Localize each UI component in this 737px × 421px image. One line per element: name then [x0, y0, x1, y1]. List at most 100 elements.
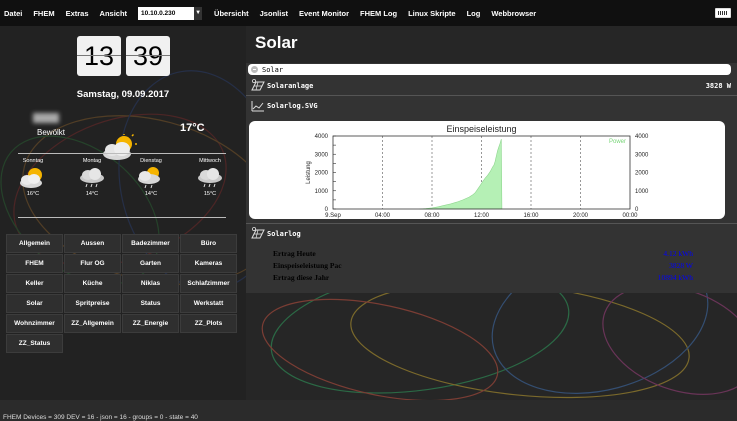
forecast-montag: Montag 14°C: [74, 158, 110, 197]
forecast-temp: 15°C: [203, 191, 217, 197]
room-button-schlafzimmer[interactable]: Schlafzimmer: [180, 274, 237, 293]
partly-cloudy-icon: [20, 168, 42, 188]
y2-tick-label: 4000: [635, 134, 649, 140]
solar-panel-icon: [251, 79, 265, 91]
forecast-temp: 14°C: [85, 191, 99, 197]
menu-ansicht[interactable]: Ansicht: [100, 9, 128, 18]
x-tick-label: 08:00: [424, 213, 440, 219]
room-button-garten[interactable]: Garten: [122, 254, 179, 273]
room-button-spritpreise[interactable]: Spritpreise: [64, 294, 121, 313]
x-tick-label: 9.Sep: [325, 213, 341, 219]
menu-jsonlist[interactable]: Jsonlist: [260, 9, 288, 18]
forecast-day: Sonntag: [22, 158, 44, 164]
room-button-allgemein[interactable]: Allgemein: [6, 234, 63, 253]
clock-minutes: 39: [126, 36, 170, 76]
solaranlage-link[interactable]: Solaranlage: [267, 82, 313, 90]
reading-value: 4.12 kWh: [663, 249, 693, 258]
room-button-niklas[interactable]: Niklas: [122, 274, 179, 293]
x-tick-label: 04:00: [375, 213, 391, 219]
forecast-temp: 14°C: [144, 191, 158, 197]
forecast-day: Dienstag: [140, 158, 162, 164]
y-tick-label: 2000: [315, 171, 329, 177]
room-button-status[interactable]: Status: [122, 294, 179, 313]
menu-uebersicht[interactable]: Übersicht: [214, 9, 249, 18]
solarlog-link[interactable]: Solarlog: [267, 230, 301, 238]
divider: [18, 217, 226, 218]
host-select[interactable]: 10.10.0.230 ▼: [138, 6, 203, 20]
sun-rain-icon: [138, 167, 160, 189]
reading-label: Einspeiseleistung Pac: [273, 261, 342, 270]
left-panel: 13 39 Samstag, 09.09.2017 Bewölkt 17°C S…: [0, 26, 246, 421]
power-chart-svg: Einspeiseleistung 9.Sep 04:00 08:00 12:00 16:…: [306, 124, 649, 219]
forecast-dienstag: Dienstag 14°C: [133, 158, 169, 197]
divider: [246, 223, 737, 224]
menu-webbrowser[interactable]: Webbrowser: [491, 9, 536, 18]
legend-power: Power: [609, 139, 626, 145]
host-select-value: 10.10.0.230: [141, 9, 176, 17]
panel-header[interactable]: Solar: [248, 64, 731, 75]
x-tick-label: 20:00: [573, 213, 589, 219]
menu-log[interactable]: Log: [467, 9, 481, 18]
forecast-temp: 16°C: [26, 191, 40, 197]
y2-tick-label: 0: [635, 207, 639, 213]
menu-event-monitor[interactable]: Event Monitor: [299, 9, 349, 18]
menu-fhem[interactable]: FHEM: [33, 9, 54, 18]
reading-value: 10894 kWh: [657, 273, 693, 282]
forecast-day: Montag: [82, 158, 102, 164]
room-button-zz-allgemein[interactable]: ZZ_Allgemein: [64, 314, 121, 333]
weather-condition: Bewölkt: [37, 128, 66, 137]
room-button-keller[interactable]: Keller: [6, 274, 63, 293]
solarlog-readings: Ertrag Heute 4.12 kWh Einspeiseleistung …: [273, 249, 693, 285]
x-tick-label: 00:00: [622, 213, 638, 219]
current-temperature: 17°C: [180, 122, 205, 134]
menu-datei[interactable]: Datei: [4, 9, 22, 18]
solar-panel-icon: [251, 227, 265, 239]
forecast-mittwoch: Mittwoch 15°C: [192, 158, 228, 197]
room-button-werkstatt[interactable]: Werkstatt: [180, 294, 237, 313]
panel-header-label: Solar: [262, 65, 284, 74]
room-button-wohnzimmer[interactable]: Wohnzimmer: [6, 314, 63, 333]
y-tick-label: 4000: [315, 134, 329, 140]
clock-hours: 13: [77, 36, 121, 76]
chart-icon: [251, 101, 264, 112]
divider: [18, 153, 226, 154]
reading-row: Ertrag Heute 4.12 kWh: [273, 249, 693, 261]
menu-extras[interactable]: Extras: [66, 9, 89, 18]
location-blurred: [33, 113, 59, 123]
reading-row: Einspeiseleistung Pac 3828 W: [273, 261, 693, 273]
solar-room-panel: Solar Solaranlage 3828 W Solarlog.SVG Ei…: [246, 63, 737, 293]
room-button-zz-status[interactable]: ZZ_Status: [6, 334, 63, 353]
top-menu-bar: Datei FHEM Extras Ansicht 10.10.0.230 ▼ …: [0, 0, 737, 26]
y-axis-label: Leistung: [306, 161, 312, 184]
reading-value: 3828 W: [669, 261, 693, 270]
room-button-solar[interactable]: Solar: [6, 294, 63, 313]
page-title: Solar: [255, 33, 298, 52]
rain-cloud-icon: [80, 168, 104, 188]
room-button-badezimmer[interactable]: Badezimmer: [122, 234, 179, 253]
y-tick-label: 3000: [315, 152, 329, 158]
footer-device-stats: FHEM Devices = 309 DEV = 16 - json = 16 …: [3, 414, 198, 421]
forecast-day: Mittwoch: [199, 158, 221, 164]
x-tick-label: 12:00: [474, 213, 490, 219]
rain-cloud-icon: [198, 168, 222, 188]
room-button-küche[interactable]: Küche: [64, 274, 121, 293]
menu-fhem-log[interactable]: FHEM Log: [360, 9, 397, 18]
reading-row: Ertrag diese Jahr 10894 kWh: [273, 273, 693, 285]
collapse-icon[interactable]: [251, 66, 258, 73]
room-button-zz-plots[interactable]: ZZ_Plots: [180, 314, 237, 333]
room-button-kameras[interactable]: Kameras: [180, 254, 237, 273]
reading-label: Ertrag Heute: [273, 249, 316, 258]
room-button-fhem[interactable]: FHEM: [6, 254, 63, 273]
solarlog-svg-link[interactable]: Solarlog.SVG: [267, 102, 318, 110]
power-chart: Einspeiseleistung 9.Sep 04:00 08:00 12:00 16:…: [249, 121, 725, 219]
keyboard-icon[interactable]: [715, 8, 731, 18]
room-button-flur-og[interactable]: Flur OG: [64, 254, 121, 273]
menu-linux-skripte[interactable]: Linux Skripte: [408, 9, 456, 18]
y2-tick-label: 1000: [635, 189, 649, 195]
room-button-aussen[interactable]: Aussen: [64, 234, 121, 253]
x-tick-label: 16:00: [523, 213, 539, 219]
y2-tick-label: 2000: [635, 171, 649, 177]
clock-date: Samstag, 09.09.2017: [76, 89, 170, 100]
room-button-büro[interactable]: Büro: [180, 234, 237, 253]
room-button-zz-energie[interactable]: ZZ_Energie: [122, 314, 179, 333]
